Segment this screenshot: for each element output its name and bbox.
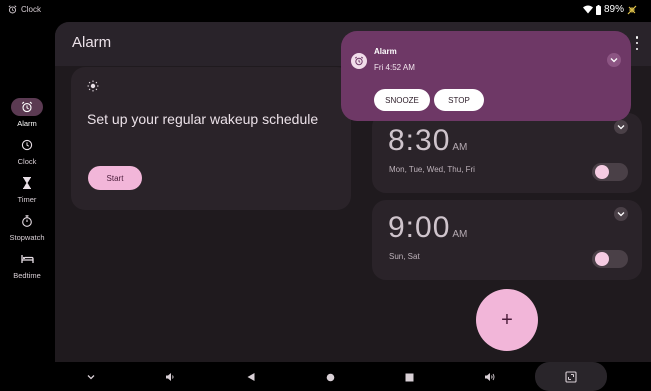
alarm-time[interactable]: 9:00 AM <box>388 211 467 245</box>
battery-percentage: 89% <box>603 4 624 15</box>
rail-item-label: Bedtime <box>13 271 41 280</box>
notification-title: Alarm <box>374 47 397 56</box>
back-icon <box>247 373 255 381</box>
status-bar: Clock 89% <box>0 0 651 22</box>
dot <box>635 41 639 45</box>
alarm-toggle[interactable] <box>592 250 628 268</box>
recents-button[interactable] <box>401 370 417 384</box>
recents-icon <box>405 373 413 381</box>
rail-item-label: Alarm <box>17 119 37 128</box>
hide-nav-button[interactable] <box>83 370 99 384</box>
hourglass-icon <box>23 177 31 189</box>
alarm-time-value: 9:00 <box>388 211 451 244</box>
rail-item-timer-indicator <box>11 174 43 192</box>
battery-icon <box>595 4 601 15</box>
notification-subtitle: Fri 4:52 AM <box>374 63 415 72</box>
rotate-screen-icon <box>565 371 577 383</box>
stop-button[interactable]: STOP <box>434 89 484 111</box>
more-options-button[interactable] <box>634 36 640 50</box>
chevron-down-icon <box>617 212 625 217</box>
alarm-time[interactable]: 8:30 AM <box>388 124 467 158</box>
wakeup-schedule-card: Set up your regular wakeup schedule Star… <box>71 67 351 210</box>
rail-item-stopwatch-indicator <box>11 212 43 230</box>
rail-item-label: Clock <box>17 157 37 166</box>
expand-alarm-button[interactable] <box>614 207 628 221</box>
clock-icon <box>21 139 33 151</box>
alarm-icon <box>21 101 33 113</box>
dot <box>635 36 639 39</box>
rail-item-alarm-indicator <box>11 98 43 116</box>
sun-icon <box>87 80 99 92</box>
rail-item-clock[interactable]: Clock <box>0 136 54 166</box>
toggle-knob <box>595 252 609 266</box>
alarm-card[interactable]: 9:00 AM Sun, Sat <box>372 200 642 280</box>
home-button[interactable] <box>322 370 338 384</box>
rail-item-timer[interactable]: Timer <box>0 174 54 204</box>
chevron-down-icon <box>87 375 95 380</box>
alarm-notification[interactable]: Alarm Fri 4:52 AM SNOOZE STOP <box>341 31 631 121</box>
rail-item-label: Stopwatch <box>9 233 45 242</box>
rail-item-bedtime-indicator <box>11 250 43 268</box>
page-title: Alarm <box>72 34 112 51</box>
navigation-rail: Alarm Clock Timer Stopwatch Bedtime <box>0 22 54 362</box>
status-bar-app: Clock <box>8 5 41 14</box>
volume-up-button[interactable] <box>482 370 498 384</box>
alarm-days: Mon, Tue, Wed, Thu, Fri <box>389 165 475 174</box>
start-button[interactable]: Start <box>88 166 142 190</box>
alarm-icon <box>354 56 364 66</box>
add-alarm-button[interactable]: + <box>476 289 538 351</box>
rail-item-stopwatch[interactable]: Stopwatch <box>0 212 54 242</box>
rail-item-alarm[interactable]: Alarm <box>0 98 54 128</box>
rail-item-bedtime[interactable]: Bedtime <box>0 250 54 280</box>
battery-saver-icon <box>627 5 637 14</box>
expand-alarm-button[interactable] <box>614 120 628 134</box>
notification-expand-button[interactable] <box>607 53 621 67</box>
alarm-ampm: AM <box>452 142 468 153</box>
notification-app-icon <box>351 53 367 69</box>
rail-item-label: Timer <box>17 195 37 204</box>
wakeup-schedule-text: Set up your regular wakeup schedule <box>87 111 319 127</box>
status-bar-app-name: Clock <box>21 5 42 14</box>
chevron-down-icon <box>617 125 625 130</box>
volume-down-button[interactable] <box>162 370 178 384</box>
stopwatch-icon <box>22 215 32 227</box>
bed-icon <box>20 255 34 263</box>
toggle-knob <box>595 165 609 179</box>
alarm-days: Sun, Sat <box>389 252 420 261</box>
volume-down-icon <box>166 373 174 381</box>
home-icon <box>326 373 334 381</box>
alarm-toggle[interactable] <box>592 163 628 181</box>
wifi-icon <box>582 5 593 14</box>
rail-item-clock-indicator <box>11 136 43 154</box>
alarm-ampm: AM <box>452 229 468 240</box>
volume-up-icon <box>485 373 495 381</box>
status-bar-indicators: 89% <box>582 4 637 15</box>
alarm-time-value: 8:30 <box>388 124 451 157</box>
snooze-button[interactable]: SNOOZE <box>374 89 430 111</box>
back-button[interactable] <box>243 370 259 384</box>
alarm-card[interactable]: 8:30 AM Mon, Tue, Wed, Thu, Fri <box>372 113 642 193</box>
dot <box>635 47 639 50</box>
alarm-icon <box>8 5 17 14</box>
rotate-screen-button[interactable] <box>563 370 579 384</box>
system-navigation-bar <box>0 362 651 391</box>
chevron-down-icon <box>610 58 618 63</box>
